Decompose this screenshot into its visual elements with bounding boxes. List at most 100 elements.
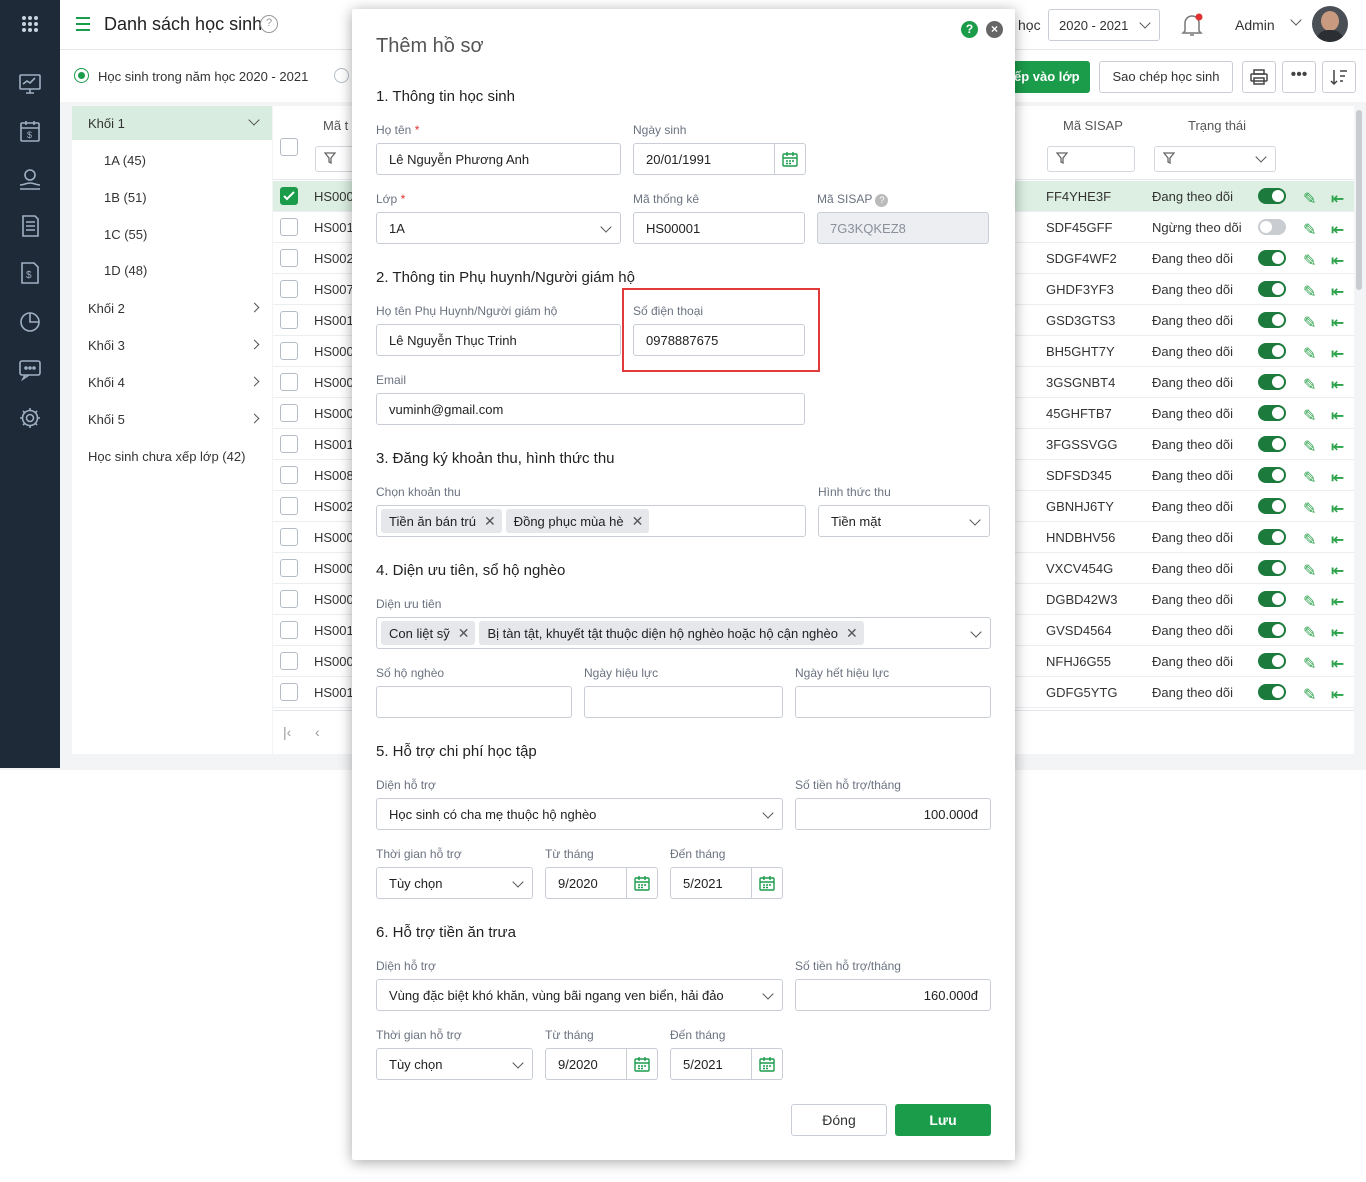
row-checkbox[interactable] bbox=[280, 249, 298, 267]
edit-pencil-icon[interactable]: ✎ bbox=[1303, 623, 1316, 643]
prev-page-icon[interactable]: ‹ bbox=[315, 724, 320, 740]
edit-pencil-icon[interactable]: ✎ bbox=[1303, 282, 1316, 302]
status-toggle[interactable] bbox=[1258, 467, 1286, 483]
radio-other[interactable] bbox=[334, 68, 349, 83]
status-toggle[interactable] bbox=[1258, 622, 1286, 638]
tree-item-khoi-2[interactable]: Khối 2 bbox=[72, 291, 272, 325]
status-toggle[interactable] bbox=[1258, 405, 1286, 421]
s6-period-select[interactable]: Tùy chọn bbox=[376, 1048, 533, 1080]
row-checkbox[interactable] bbox=[280, 590, 298, 608]
edit-pencil-icon[interactable]: ✎ bbox=[1303, 437, 1316, 457]
edit-pencil-icon[interactable]: ✎ bbox=[1303, 561, 1316, 581]
transfer-out-icon[interactable]: ⇤ bbox=[1331, 592, 1344, 612]
tree-item-unassigned[interactable]: Học sinh chưa xếp lớp (42) bbox=[72, 439, 272, 473]
tree-item-1a[interactable]: 1A (45) bbox=[72, 143, 272, 177]
close-button[interactable]: Đóng bbox=[791, 1104, 887, 1136]
status-toggle[interactable] bbox=[1258, 281, 1286, 297]
row-checkbox[interactable] bbox=[280, 280, 298, 298]
student-name-input[interactable]: Lê Nguyễn Phương Anh bbox=[376, 143, 621, 175]
transfer-out-icon[interactable]: ⇤ bbox=[1331, 654, 1344, 674]
tree-item-1b[interactable]: 1B (51) bbox=[72, 180, 272, 214]
remove-chip-icon[interactable]: ✕ bbox=[484, 513, 496, 530]
s6-to-calendar-button[interactable] bbox=[752, 1048, 783, 1080]
phone-input[interactable]: 0978887675 bbox=[633, 324, 805, 356]
edit-pencil-icon[interactable]: ✎ bbox=[1303, 406, 1316, 426]
transfer-out-icon[interactable]: ⇤ bbox=[1331, 251, 1344, 271]
edit-pencil-icon[interactable]: ✎ bbox=[1303, 375, 1316, 395]
filter-status[interactable] bbox=[1154, 146, 1276, 172]
s6-from-input[interactable]: 9/2020 bbox=[545, 1048, 627, 1080]
row-checkbox[interactable] bbox=[280, 621, 298, 639]
edit-pencil-icon[interactable]: ✎ bbox=[1303, 189, 1316, 209]
settings-gear-icon[interactable] bbox=[14, 402, 46, 434]
first-page-icon[interactable]: |‹ bbox=[283, 724, 291, 740]
priority-multiselect[interactable]: Con liệt sỹ ✕ Bị tàn tật, khuyết tật thuộ… bbox=[376, 617, 991, 649]
s5-to-calendar-button[interactable] bbox=[752, 867, 783, 899]
row-checkbox[interactable] bbox=[280, 528, 298, 546]
message-icon[interactable] bbox=[14, 354, 46, 386]
valid-from-input[interactable] bbox=[584, 686, 783, 718]
row-checkbox[interactable] bbox=[280, 497, 298, 515]
s5-from-calendar-button[interactable] bbox=[627, 867, 658, 899]
row-checkbox[interactable] bbox=[280, 342, 298, 360]
status-toggle[interactable] bbox=[1258, 188, 1286, 204]
class-select[interactable]: 1A bbox=[376, 212, 621, 244]
invoice-icon[interactable]: $ bbox=[14, 257, 46, 289]
edit-pencil-icon[interactable]: ✎ bbox=[1303, 220, 1316, 240]
edit-pencil-icon[interactable]: ✎ bbox=[1303, 592, 1316, 612]
dob-calendar-button[interactable] bbox=[775, 143, 806, 175]
status-toggle[interactable] bbox=[1258, 312, 1286, 328]
apps-grid-icon[interactable] bbox=[14, 8, 46, 40]
ledger-icon[interactable] bbox=[14, 210, 46, 242]
transfer-out-icon[interactable]: ⇤ bbox=[1331, 406, 1344, 426]
row-checkbox[interactable] bbox=[280, 311, 298, 329]
email-input[interactable]: vuminh@gmail.com bbox=[376, 393, 805, 425]
help-icon[interactable]: ? bbox=[260, 15, 278, 33]
tree-item-khoi-4[interactable]: Khối 4 bbox=[72, 365, 272, 399]
close-icon[interactable]: × bbox=[986, 21, 1003, 38]
info-icon[interactable]: ? bbox=[875, 194, 889, 207]
s6-from-calendar-button[interactable] bbox=[627, 1048, 658, 1080]
s6-type-select[interactable]: Vùng đặc biệt khó khăn, vùng bãi ngang v… bbox=[376, 979, 783, 1011]
calendar-fee-icon[interactable]: $ bbox=[14, 115, 46, 147]
remove-chip-icon[interactable]: ✕ bbox=[458, 625, 470, 642]
transfer-out-icon[interactable]: ⇤ bbox=[1331, 313, 1344, 333]
report-pie-icon[interactable] bbox=[14, 306, 46, 338]
status-toggle[interactable] bbox=[1258, 374, 1286, 390]
transfer-out-icon[interactable]: ⇤ bbox=[1331, 530, 1344, 550]
transfer-out-icon[interactable]: ⇤ bbox=[1331, 623, 1344, 643]
notification-bell-icon[interactable] bbox=[1180, 12, 1204, 41]
remove-chip-icon[interactable]: ✕ bbox=[632, 513, 644, 530]
save-button[interactable]: Lưu bbox=[895, 1104, 991, 1136]
valid-to-input[interactable] bbox=[795, 686, 991, 718]
status-toggle[interactable] bbox=[1258, 529, 1286, 545]
select-all-checkbox[interactable] bbox=[280, 138, 298, 156]
transfer-out-icon[interactable]: ⇤ bbox=[1331, 468, 1344, 488]
status-toggle[interactable] bbox=[1258, 250, 1286, 266]
sort-button[interactable] bbox=[1322, 61, 1356, 93]
status-toggle[interactable] bbox=[1258, 219, 1286, 235]
user-name[interactable]: Admin bbox=[1235, 17, 1275, 33]
s5-amount-input[interactable]: 100.000đ bbox=[795, 798, 991, 830]
transfer-out-icon[interactable]: ⇤ bbox=[1331, 220, 1344, 240]
filter-sisap[interactable] bbox=[1047, 146, 1135, 172]
transfer-out-icon[interactable]: ⇤ bbox=[1331, 499, 1344, 519]
money-hand-icon[interactable] bbox=[14, 163, 46, 195]
payment-method-select[interactable]: Tiền mặt bbox=[818, 505, 990, 537]
radio-current-year[interactable] bbox=[74, 68, 89, 83]
tree-item-khoi-1[interactable]: Khối 1 bbox=[72, 106, 272, 140]
edit-pencil-icon[interactable]: ✎ bbox=[1303, 685, 1316, 705]
dashboard-icon[interactable] bbox=[14, 68, 46, 100]
stat-code-input[interactable]: HS00001 bbox=[633, 212, 805, 244]
print-button[interactable] bbox=[1242, 61, 1276, 93]
s5-from-input[interactable]: 9/2020 bbox=[545, 867, 627, 899]
transfer-out-icon[interactable]: ⇤ bbox=[1331, 282, 1344, 302]
row-checkbox[interactable] bbox=[280, 466, 298, 484]
edit-pencil-icon[interactable]: ✎ bbox=[1303, 654, 1316, 674]
status-toggle[interactable] bbox=[1258, 498, 1286, 514]
filter-code[interactable] bbox=[315, 146, 355, 172]
s6-to-input[interactable]: 5/2021 bbox=[670, 1048, 752, 1080]
row-checkbox[interactable] bbox=[280, 435, 298, 453]
tree-item-1c[interactable]: 1C (55) bbox=[72, 217, 272, 251]
s6-amount-input[interactable]: 160.000đ bbox=[795, 979, 991, 1011]
